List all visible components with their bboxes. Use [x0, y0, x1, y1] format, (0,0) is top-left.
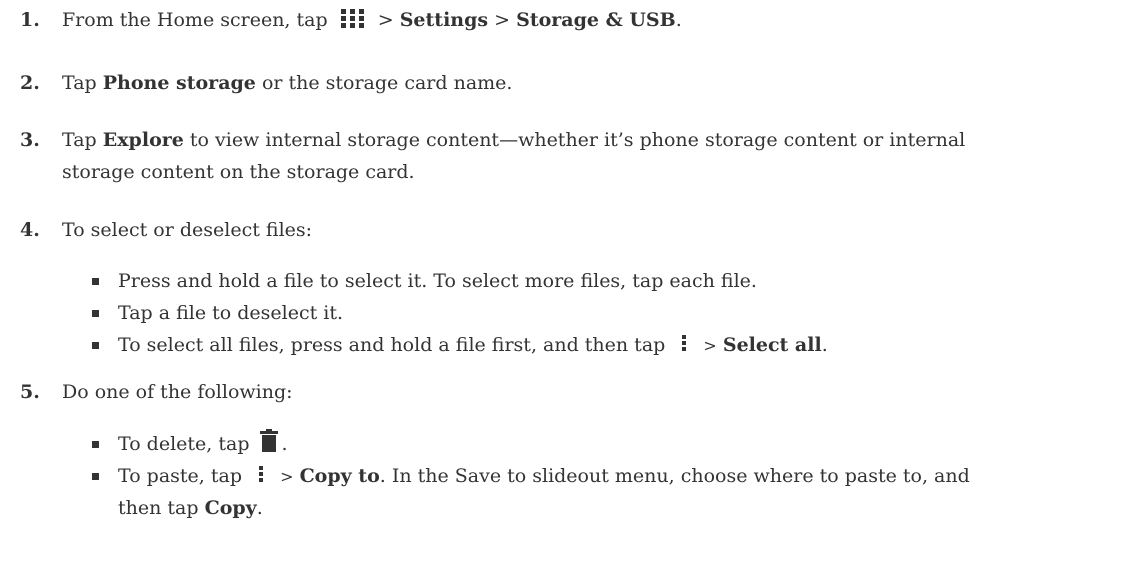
bullet-text-part: then tap: [118, 497, 199, 519]
step-text: Tap Explore to view internal storage con…: [62, 124, 1106, 188]
step-text-part: or the storage card name.: [261, 72, 513, 94]
step-text-part: to view internal storage content—whether…: [189, 129, 966, 151]
bullet-text: To select all files, press and hold a fi…: [118, 329, 828, 362]
bullet-text-part: To paste, tap: [118, 465, 243, 487]
explore-term: Explore: [102, 129, 184, 151]
storage-usb-term: Storage & USB: [516, 9, 676, 31]
step-1: 1. From the Home screen, tap > Settings …: [0, 4, 1126, 36]
step-3: 3. Tap Explore to view internal storage …: [0, 124, 1126, 188]
step-text: Do one of the following:: [62, 381, 293, 403]
step-text-part: Tap: [62, 129, 97, 151]
step-number: 3.: [20, 129, 40, 151]
bullet-text: Press and hold a file to select it. To s…: [118, 270, 757, 292]
bullet-text-part: . In the Save to slideout menu, choose w…: [379, 465, 970, 487]
step-4: 4. To select or deselect files:: [0, 214, 1126, 246]
list-item: To paste, tap > Copy to. In the Save to …: [92, 460, 1092, 524]
overflow-menu-icon: [259, 466, 264, 482]
bullet-marker: [92, 342, 99, 349]
separator: >: [377, 9, 394, 31]
phone-storage-term: Phone storage: [102, 72, 256, 94]
step-number: 4.: [20, 219, 40, 241]
step-text: From the Home screen, tap > Settings > S…: [62, 4, 1106, 36]
step-text: Tap Phone storage or the storage card na…: [62, 67, 1106, 99]
bullet-marker: [92, 441, 99, 448]
apps-grid-icon: [340, 9, 364, 28]
step-number: 1.: [20, 9, 40, 31]
step-text-part: Tap: [62, 72, 97, 94]
settings-term: Settings: [399, 9, 489, 31]
separator: >: [280, 467, 294, 486]
punctuation: .: [675, 9, 682, 31]
overflow-menu-icon: [682, 335, 687, 351]
bullet-marker: [92, 278, 99, 285]
bullet-text-part: To select all files, press and hold a fi…: [118, 334, 666, 356]
step-5: 5. Do one of the following:: [0, 376, 1126, 408]
punctuation: .: [821, 334, 828, 356]
trash-icon: [259, 429, 278, 452]
step-2: 2. Tap Phone storage or the storage card…: [0, 67, 1126, 99]
bullet-text-line2: then tap Copy.: [118, 492, 263, 524]
step-number: 2.: [20, 72, 40, 94]
punctuation: .: [256, 497, 263, 519]
select-all-term: Select all: [722, 334, 822, 356]
punctuation: .: [281, 433, 288, 455]
step-text: To select or deselect files:: [62, 219, 313, 241]
bullet-text: To delete, tap .: [118, 428, 288, 460]
bullet-marker: [92, 310, 99, 317]
step-number: 5.: [20, 381, 40, 403]
separator: >: [703, 336, 717, 355]
bullet-text: To paste, tap > Copy to. In the Save to …: [118, 460, 970, 493]
bullet-text-part: To delete, tap: [118, 433, 250, 455]
step-text-part: From the Home screen, tap: [62, 9, 328, 31]
bullet-marker: [92, 473, 99, 480]
step-text-part: storage content on the storage card.: [62, 161, 415, 183]
separator: >: [494, 9, 511, 31]
bullet-text: Tap a file to deselect it.: [118, 302, 344, 324]
copy-term: Copy: [204, 497, 257, 519]
copy-to-term: Copy to: [299, 465, 380, 487]
